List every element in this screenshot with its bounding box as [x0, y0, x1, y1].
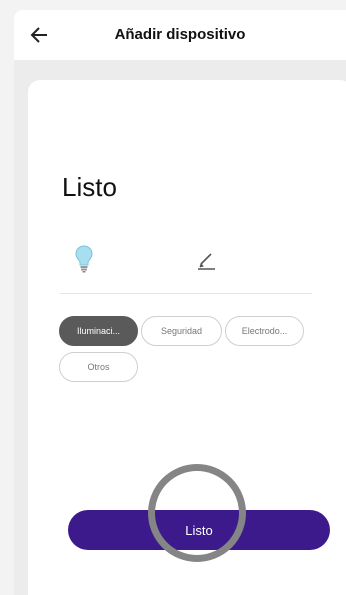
category-chip-electrodomesticos[interactable]: Electrodo... [225, 316, 304, 346]
app-frame: Añadir dispositivo Listo Iluminaci... Se… [14, 10, 346, 595]
arrow-left-icon [30, 27, 47, 43]
divider [60, 293, 312, 294]
pencil-icon[interactable] [195, 250, 217, 270]
category-chip-iluminacion[interactable]: Iluminaci... [59, 316, 138, 346]
category-chip-otros[interactable]: Otros [59, 352, 138, 382]
header-bar: Añadir dispositivo [14, 10, 346, 60]
done-button[interactable]: Listo [68, 510, 330, 550]
back-button[interactable] [28, 24, 50, 46]
page-title: Añadir dispositivo [114, 26, 246, 43]
device-card: Listo Iluminaci... Seguridad Electrodo..… [28, 80, 346, 595]
screen: Añadir dispositivo Listo Iluminaci... Se… [0, 0, 346, 595]
card-title: Listo [62, 172, 117, 202]
lightbulb-icon [75, 245, 93, 273]
category-chip-seguridad[interactable]: Seguridad [141, 316, 222, 346]
